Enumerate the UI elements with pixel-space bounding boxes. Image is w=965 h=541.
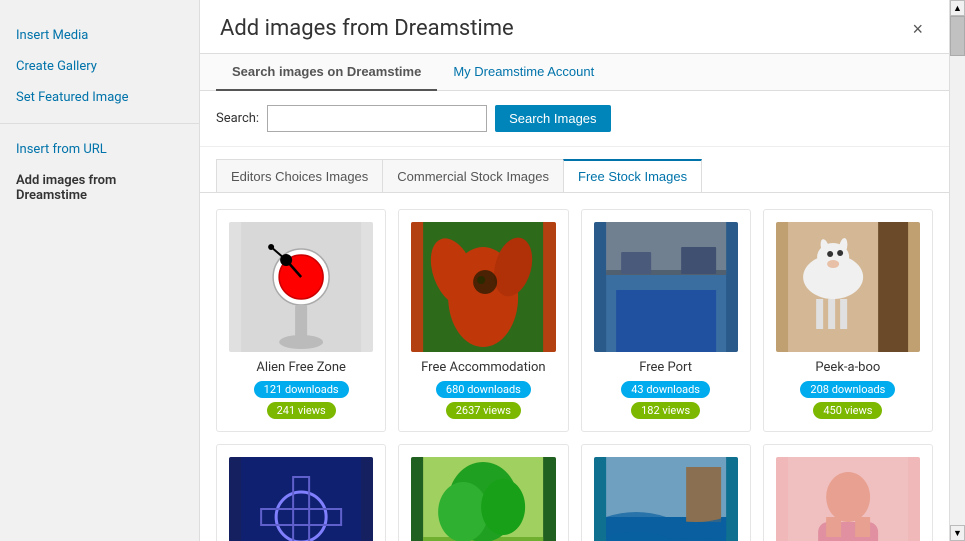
image-card[interactable]: [216, 444, 386, 541]
tab-commercial-stock[interactable]: Commercial Stock Images: [382, 159, 564, 192]
image-title: Peek-a-boo: [815, 360, 880, 375]
search-area: Search: Search Images: [200, 91, 949, 147]
scroll-up-button[interactable]: ▲: [950, 0, 965, 16]
image-thumbnail: [776, 457, 920, 541]
search-input[interactable]: [267, 105, 487, 132]
sidebar-divider: [0, 123, 199, 124]
tab-search-dreamstime[interactable]: Search images on Dreamstime: [216, 54, 437, 91]
downloads-badge: 680 downloads: [436, 381, 531, 398]
scrollbar-track[interactable]: [950, 16, 965, 525]
image-thumbnail: [229, 222, 373, 352]
main-content: Add images from Dreamstime × Search imag…: [200, 0, 949, 541]
image-card[interactable]: Peek-a-boo 208 downloads 450 views: [763, 209, 933, 432]
image-card[interactable]: Free Port 43 downloads 182 views: [581, 209, 751, 432]
image-thumbnail: [594, 222, 738, 352]
category-tabs: Editors Choices Images Commercial Stock …: [200, 147, 949, 193]
downloads-badge: 208 downloads: [800, 381, 895, 398]
images-grid: Alien Free Zone 121 downloads 241 views Fr…: [216, 209, 933, 541]
tab-my-account[interactable]: My Dreamstime Account: [437, 54, 610, 91]
downloads-badge: 121 downloads: [254, 381, 349, 398]
sidebar-item-create-gallery[interactable]: Create Gallery: [0, 51, 199, 82]
scrollbar[interactable]: ▲ ▼: [949, 0, 965, 541]
images-area: Alien Free Zone 121 downloads 241 views Fr…: [200, 193, 949, 541]
sidebar-item-set-featured-image[interactable]: Set Featured Image: [0, 82, 199, 113]
sidebar-item-insert-media[interactable]: Insert Media: [0, 20, 199, 51]
views-badge: 450 views: [813, 402, 882, 419]
tab-free-stock[interactable]: Free Stock Images: [563, 159, 702, 192]
page-title: Add images from Dreamstime: [220, 16, 514, 41]
image-card[interactable]: Free Accommodation 680 downloads 2637 view…: [398, 209, 568, 432]
image-thumbnail: [229, 457, 373, 541]
views-badge: 182 views: [631, 402, 700, 419]
scroll-down-button[interactable]: ▼: [950, 525, 965, 541]
views-badge: 2637 views: [446, 402, 521, 419]
image-card[interactable]: [581, 444, 751, 541]
scrollbar-thumb[interactable]: [950, 16, 965, 56]
image-thumbnail: [411, 222, 555, 352]
sidebar: Insert Media Create Gallery Set Featured…: [0, 0, 200, 541]
sidebar-item-add-images-dreamstime[interactable]: Add images from Dreamstime: [0, 165, 199, 211]
search-button[interactable]: Search Images: [495, 105, 610, 132]
image-title: Free Port: [639, 360, 692, 375]
image-thumbnail: [776, 222, 920, 352]
image-title: Free Accommodation: [421, 360, 545, 375]
close-button[interactable]: ×: [906, 18, 929, 40]
image-title: Alien Free Zone: [256, 360, 346, 375]
image-card[interactable]: [398, 444, 568, 541]
search-label: Search:: [216, 111, 259, 126]
image-card[interactable]: [763, 444, 933, 541]
tab-editors-choices[interactable]: Editors Choices Images: [216, 159, 383, 192]
main-tabs: Search images on Dreamstime My Dreamstim…: [200, 54, 949, 91]
views-badge: 241 views: [267, 402, 336, 419]
image-card[interactable]: Alien Free Zone 121 downloads 241 views: [216, 209, 386, 432]
main-header: Add images from Dreamstime ×: [200, 0, 949, 54]
downloads-badge: 43 downloads: [621, 381, 710, 398]
image-thumbnail: [411, 457, 555, 541]
image-thumbnail: [594, 457, 738, 541]
sidebar-item-insert-from-url[interactable]: Insert from URL: [0, 134, 199, 165]
